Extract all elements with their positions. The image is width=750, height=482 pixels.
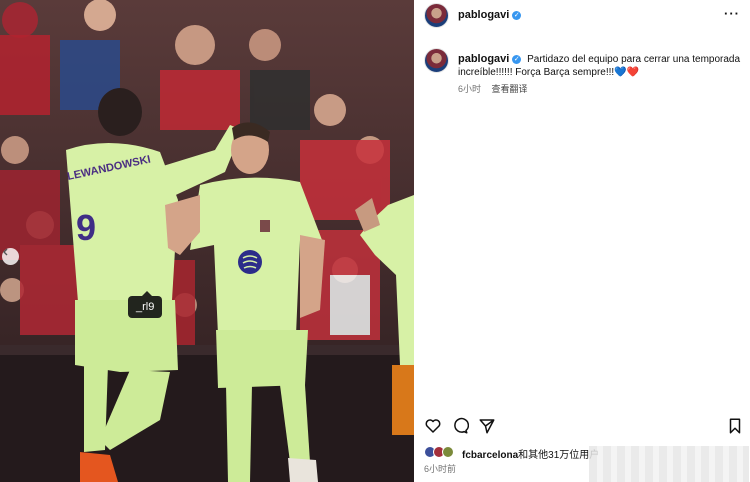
post-timestamp: 6小时前 — [424, 464, 457, 474]
caption-meta: 6小时 查看翻译 — [458, 82, 528, 95]
caption-author-avatar[interactable] — [424, 48, 449, 73]
more-horizontal-icon[interactable]: ··· — [724, 6, 740, 21]
photo-user-tag[interactable]: _rl9 — [128, 291, 163, 318]
caption-username[interactable]: pablogavi ✓ — [458, 53, 522, 65]
author-username[interactable]: pablogavi ✓ — [458, 9, 522, 21]
caption-username-text[interactable]: pablogavi — [458, 53, 509, 65]
chevron-left-icon — [3, 248, 8, 256]
instagram-post-view: LEWANDOWSKI 9 _rl9 pablogavi ✓ ··· pablo… — [0, 0, 750, 482]
author-username-text[interactable]: pablogavi — [458, 9, 509, 21]
post-photo[interactable]: LEWANDOWSKI 9 _rl9 — [0, 0, 414, 482]
previous-arrow-button[interactable] — [2, 248, 19, 265]
post-caption: pablogavi ✓ Partidazo del equipo para cer… — [458, 53, 746, 79]
heart-icon[interactable] — [424, 417, 442, 435]
see-translation-link[interactable]: 查看翻译 — [492, 84, 528, 94]
share-icon[interactable] — [478, 417, 496, 435]
post-side-panel: pablogavi ✓ ··· pablogavi ✓ Partidazo del … — [414, 0, 750, 482]
obscured-region — [589, 446, 749, 482]
comment-icon[interactable] — [451, 417, 469, 435]
likes-user[interactable]: fcbarcelona — [462, 450, 518, 461]
post-header: pablogavi ✓ ··· — [414, 0, 750, 32]
jersey-number: 9 — [76, 207, 96, 248]
likes-suffix: 和其他31万位用户 — [518, 450, 600, 461]
likes-text: fcbarcelona和其他31万位用户 — [462, 446, 599, 461]
author-avatar[interactable] — [424, 3, 449, 28]
bookmark-icon[interactable] — [726, 417, 744, 435]
caption-time: 6小时 — [458, 84, 482, 94]
football-celebration-image: LEWANDOWSKI 9 — [0, 0, 414, 482]
liker-avatar — [442, 446, 454, 458]
action-bar — [424, 417, 744, 435]
verified-badge-icon: ✓ — [512, 10, 522, 20]
caption-verified-badge-icon: ✓ — [512, 54, 522, 64]
